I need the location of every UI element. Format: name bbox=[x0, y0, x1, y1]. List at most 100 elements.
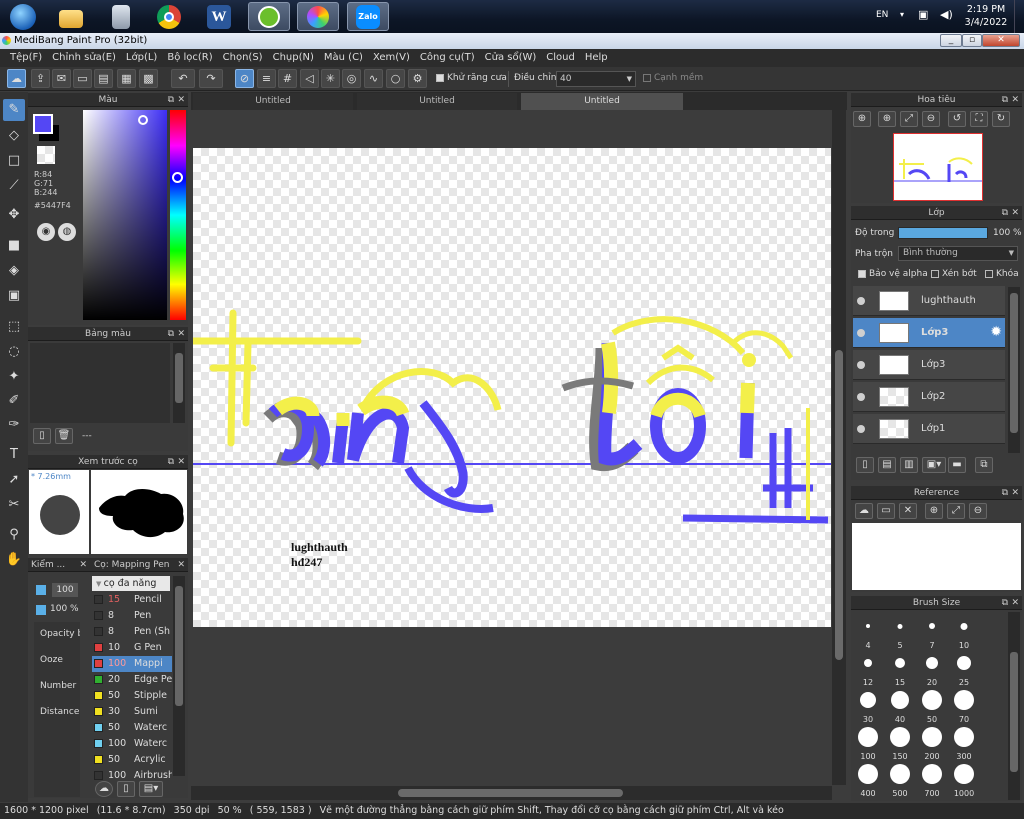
fit-screen-icon[interactable]: ⤢ bbox=[900, 111, 918, 127]
close-panel-icon[interactable]: ✕ bbox=[177, 558, 185, 572]
visibility-eye-icon[interactable] bbox=[857, 329, 865, 337]
lock-checkbox[interactable]: Khóa bbox=[985, 269, 1019, 279]
show-desktop-button[interactable] bbox=[1014, 0, 1024, 33]
brush-size-preset[interactable]: 700 bbox=[916, 760, 948, 799]
brush-category[interactable]: ▼ cọ đa năng bbox=[92, 576, 170, 591]
cloud-sync-icon[interactable]: ☁ bbox=[7, 69, 26, 88]
zoom-in-alt-icon[interactable]: ⊕ bbox=[878, 111, 896, 127]
tab-untitled-1[interactable]: Untitled bbox=[193, 93, 353, 110]
color-wheel-icon[interactable]: ◉ bbox=[37, 223, 55, 241]
menu-layer[interactable]: Lớp(L) bbox=[121, 49, 162, 67]
brush-size-preset[interactable]: 100 bbox=[852, 723, 884, 762]
brush-size-preset[interactable]: 25 bbox=[948, 649, 980, 688]
brush-list-item[interactable]: 100 Waterc bbox=[92, 736, 172, 752]
horizontal-scrollbar[interactable] bbox=[191, 786, 832, 800]
grid-snap-icon[interactable]: # bbox=[278, 69, 297, 88]
close-panel-icon[interactable]: ✕ bbox=[1011, 93, 1019, 107]
brush-size-preset[interactable]: 5 bbox=[884, 612, 916, 651]
menu-filter[interactable]: Bộ lọc(R) bbox=[162, 49, 217, 67]
fullscreen-icon[interactable]: ⛶ bbox=[970, 111, 988, 127]
float-panel-icon[interactable]: ⧉ bbox=[168, 327, 174, 341]
add-brush-icon[interactable]: ▯ bbox=[117, 781, 135, 797]
reference-zoom-out-icon[interactable]: ⊖ bbox=[969, 503, 987, 519]
menu-snap[interactable]: Chụp(N) bbox=[268, 49, 319, 67]
menu-help[interactable]: Help bbox=[580, 49, 613, 67]
brush-menu-icon[interactable]: ▤▾ bbox=[139, 781, 163, 797]
close-reference-icon[interactable]: ✕ bbox=[899, 503, 917, 519]
reference-zoom-in-icon[interactable]: ⊕ bbox=[925, 503, 943, 519]
visibility-eye-icon[interactable] bbox=[857, 361, 865, 369]
zalo-icon[interactable]: Zalo bbox=[347, 2, 389, 31]
bucket-tool-icon[interactable]: ◈ bbox=[3, 260, 25, 282]
select-pen-tool-icon[interactable]: ✐ bbox=[3, 390, 25, 412]
tab-untitled-2[interactable]: Untitled bbox=[357, 93, 517, 110]
dot-tool-icon[interactable]: ⟋ bbox=[3, 175, 25, 197]
new-halftone-layer-icon[interactable]: ▤ bbox=[878, 457, 896, 473]
brush-list-item[interactable]: 15 Pencil bbox=[92, 592, 172, 608]
smooth-edge-checkbox[interactable]: Cạnh mềm bbox=[643, 73, 703, 83]
chrome-icon[interactable] bbox=[148, 2, 190, 31]
move-tool-icon[interactable]: ✥ bbox=[3, 204, 25, 226]
gradient-tool-icon[interactable]: ▣ bbox=[3, 285, 25, 307]
volume-icon[interactable]: ◀) bbox=[940, 8, 953, 21]
visibility-eye-icon[interactable] bbox=[857, 297, 865, 305]
word-icon[interactable]: W bbox=[198, 2, 240, 31]
ellipse-snap-icon[interactable]: ○ bbox=[386, 69, 405, 88]
zoom-in-icon[interactable]: ⊕ bbox=[853, 111, 871, 127]
palette-list[interactable] bbox=[30, 343, 170, 423]
document-icon[interactable]: ▤ bbox=[94, 69, 113, 88]
layer-row[interactable]: Lớp3 bbox=[853, 350, 1005, 380]
redo-icon[interactable]: ↷ bbox=[199, 69, 223, 88]
reference-image-area[interactable] bbox=[852, 523, 1021, 590]
brush-list-item[interactable]: 8 Pen bbox=[92, 608, 172, 624]
open-file-icon[interactable]: ▭ bbox=[877, 503, 895, 519]
menu-cloud[interactable]: Cloud bbox=[541, 49, 580, 67]
eyedropper-tool-icon[interactable]: ⚲ bbox=[3, 524, 25, 546]
menu-color[interactable]: Màu (C) bbox=[319, 49, 368, 67]
float-panel-icon[interactable]: ⧉ bbox=[1002, 93, 1008, 107]
hue-slider[interactable] bbox=[170, 110, 186, 320]
layer-row[interactable]: Lớp2 bbox=[853, 382, 1005, 412]
layer-settings-gear-icon[interactable]: ✹ bbox=[990, 324, 1002, 340]
brush-list-item[interactable]: 100 Mappi bbox=[92, 656, 172, 672]
delete-palette-icon[interactable]: 🗑 bbox=[55, 428, 73, 444]
menu-view[interactable]: Xem(V) bbox=[368, 49, 415, 67]
brush-size-preset[interactable]: 15 bbox=[884, 649, 916, 688]
app-green-icon[interactable] bbox=[248, 2, 290, 31]
brush-size-preset[interactable]: 50 bbox=[916, 686, 948, 725]
magic-wand-tool-icon[interactable]: ✦ bbox=[3, 366, 25, 388]
perspective-snap-icon[interactable]: ◁ bbox=[300, 69, 319, 88]
picker-cursor[interactable] bbox=[138, 115, 148, 125]
number-label[interactable]: Number bbox=[40, 681, 76, 691]
float-panel-icon[interactable]: ⧉ bbox=[1002, 596, 1008, 610]
brush-list-item[interactable]: 10 G Pen bbox=[92, 640, 172, 656]
float-panel-icon[interactable]: ⧉ bbox=[1002, 206, 1008, 220]
brush-list-item[interactable]: 20 Edge Pe bbox=[92, 672, 172, 688]
lasso-tool-icon[interactable]: ◌ bbox=[3, 341, 25, 363]
saturation-value-picker[interactable] bbox=[83, 110, 167, 320]
close-panel-icon[interactable]: ✕ bbox=[1011, 206, 1019, 220]
horizontal-scroll-thumb[interactable] bbox=[398, 789, 623, 797]
navigator-thumbnail[interactable] bbox=[893, 133, 983, 201]
divide-tool-icon[interactable]: ✂ bbox=[3, 494, 25, 516]
brush-size-preset[interactable]: 200 bbox=[916, 723, 948, 762]
float-panel-icon[interactable]: ⧉ bbox=[1002, 486, 1008, 500]
protect-alpha-checkbox[interactable]: Bảo vệ alpha bbox=[858, 269, 928, 279]
adjust-select[interactable]: 40 ▼ bbox=[556, 71, 636, 87]
close-panel-icon[interactable]: ✕ bbox=[177, 455, 185, 469]
opacity-by-pressure-label[interactable]: Opacity b bbox=[40, 629, 80, 639]
close-panel-icon[interactable]: ✕ bbox=[1011, 486, 1019, 500]
grid-layout-icon[interactable]: ▩ bbox=[139, 69, 158, 88]
brush-list-scrollbar[interactable] bbox=[173, 576, 185, 776]
snap-off-icon[interactable]: ⊘ bbox=[235, 69, 254, 88]
panel-layout-icon[interactable]: ▦ bbox=[117, 69, 136, 88]
layer-row[interactable]: Lớp1 bbox=[853, 414, 1005, 444]
calculator-icon[interactable] bbox=[100, 2, 142, 31]
tab-untitled-3[interactable]: Untitled bbox=[521, 93, 683, 110]
reference-cloud-icon[interactable]: ☁ bbox=[855, 503, 873, 519]
brush-size-preset[interactable]: 7 bbox=[916, 612, 948, 651]
brush-size-preset[interactable]: 12 bbox=[852, 649, 884, 688]
float-panel-icon[interactable]: ⧉ bbox=[168, 93, 174, 107]
canvas[interactable]: lughthauth hđ247 bbox=[193, 148, 831, 627]
reference-fit-icon[interactable]: ⤢ bbox=[947, 503, 965, 519]
